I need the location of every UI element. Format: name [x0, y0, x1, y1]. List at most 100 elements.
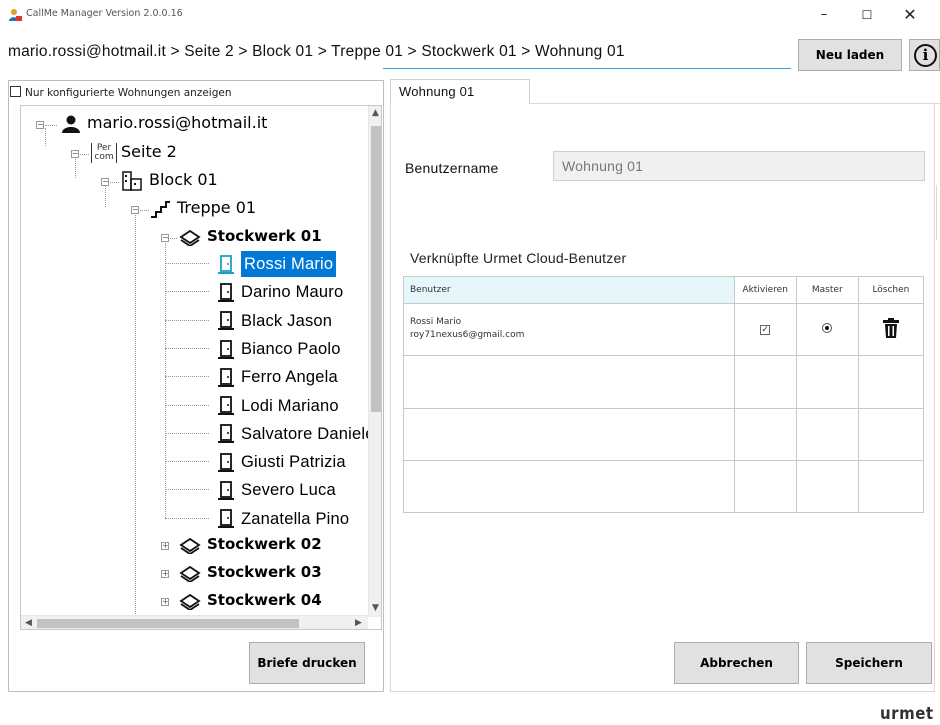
tree-node-user[interactable]: mario.rossi@hotmail.it: [61, 110, 267, 136]
linked-users-table: Benutzer Aktivieren Master Löschen Rossi…: [403, 275, 925, 514]
apartment-tree[interactable]: − − − − − mario.rossi@hotmail.it Per com…: [20, 105, 382, 630]
checkbox-icon[interactable]: [10, 86, 21, 97]
activate-checkbox[interactable]: ✓: [760, 324, 771, 335]
expand-toggle[interactable]: +: [161, 542, 169, 550]
title-bar: CallMe Manager Version 2.0.0.16 – ☐ ✕: [0, 0, 940, 30]
app-user-icon: [8, 7, 22, 21]
tree-connector: [165, 461, 209, 463]
tree-node-floor[interactable]: Stockwerk 03: [179, 559, 322, 585]
collapse-toggle[interactable]: −: [36, 121, 44, 129]
collapse-toggle[interactable]: −: [101, 178, 109, 186]
tree-node-apartment[interactable]: Ferro Angela: [217, 364, 338, 390]
breadcrumb-underline: [383, 68, 791, 69]
tree-node-block[interactable]: Block 01: [121, 167, 218, 193]
collapse-toggle[interactable]: −: [71, 150, 79, 158]
tree-connector: [165, 238, 166, 518]
floor-icon: [179, 537, 201, 554]
percom-icon: Per com: [91, 142, 117, 163]
scrollbar-thumb[interactable]: [371, 126, 381, 412]
master-radio[interactable]: [822, 323, 833, 334]
window-title: CallMe Manager Version 2.0.0.16: [26, 8, 183, 19]
tree-node-stair[interactable]: Treppe 01: [149, 195, 256, 221]
column-header-master[interactable]: Master: [795, 275, 859, 305]
collapse-toggle[interactable]: −: [161, 234, 169, 242]
tree-node-apartment[interactable]: Rossi Mario: [217, 251, 337, 277]
close-button[interactable]: ✕: [893, 4, 927, 26]
tree-node-apartment[interactable]: Giusti Patrizia: [217, 449, 346, 475]
scroll-up-icon[interactable]: ▲: [372, 108, 379, 118]
vertical-scrollbar[interactable]: ▲ ▼: [368, 106, 381, 617]
tree-connector: [165, 347, 209, 349]
tree-node-floor[interactable]: Stockwerk 04: [179, 587, 322, 613]
username-label: Benutzername: [405, 160, 499, 176]
user-name: Rossi Mario: [410, 317, 462, 328]
floor-icon: [179, 593, 201, 610]
tree-node-apartment[interactable]: Zanatella Pino: [217, 506, 349, 532]
print-letters-button[interactable]: Briefe drucken: [249, 642, 365, 684]
tree-connector: [165, 263, 209, 264]
scroll-down-icon[interactable]: ▼: [372, 603, 379, 613]
horizontal-scrollbar[interactable]: ◀ ▶: [21, 615, 368, 629]
tree-connector: [45, 128, 46, 146]
tree-node-page[interactable]: Per com Seite 2: [91, 139, 177, 165]
floor-icon: [179, 229, 201, 246]
door-icon: [218, 367, 234, 387]
tree-connector: [45, 125, 57, 126]
cancel-button[interactable]: Abbrechen: [674, 642, 799, 684]
tree-node-apartment[interactable]: Severo Luca: [217, 477, 336, 503]
door-icon: [218, 509, 234, 529]
column-header-user[interactable]: Benutzer: [403, 275, 735, 305]
divider: [936, 185, 937, 240]
tree-node-apartment[interactable]: Darino Mauro: [217, 279, 343, 305]
table-row: [403, 407, 925, 461]
door-icon: [218, 481, 234, 501]
table-row: [403, 459, 925, 514]
maximize-button[interactable]: ☐: [850, 4, 884, 26]
scroll-right-icon[interactable]: ▶: [355, 618, 362, 628]
door-icon: [218, 254, 234, 274]
username-field[interactable]: Wohnung 01: [553, 151, 925, 181]
tree-node-floor[interactable]: Stockwerk 02: [179, 531, 322, 557]
column-header-delete[interactable]: Löschen: [857, 275, 925, 305]
tree-connector: [165, 319, 209, 321]
trash-icon[interactable]: [882, 318, 899, 339]
tree-node-apartment[interactable]: Salvatore Daniele: [217, 421, 375, 447]
tree-connector: [135, 210, 136, 629]
door-icon: [218, 283, 234, 302]
table-row[interactable]: Rossi Mario roy71nexus6@gmail.com ✓: [403, 303, 925, 357]
master-cell: [795, 303, 859, 357]
user-cell: Rossi Mario roy71nexus6@gmail.com: [403, 303, 735, 357]
info-button[interactable]: i: [909, 39, 940, 71]
door-icon: [218, 339, 234, 359]
tree-connector: [165, 517, 209, 519]
minimize-button[interactable]: –: [807, 4, 841, 26]
tree-connector: [165, 489, 209, 491]
table-header: Benutzer Aktivieren Master Löschen: [403, 275, 925, 305]
door-icon: [218, 452, 234, 472]
tree-connector: [165, 291, 209, 293]
expand-toggle[interactable]: +: [161, 570, 169, 578]
scrollbar-thumb[interactable]: [37, 619, 299, 628]
expand-toggle[interactable]: +: [161, 598, 169, 606]
linked-users-title: Verknüpfte Urmet Cloud-Benutzer: [410, 250, 627, 266]
activate-cell: ✓: [733, 303, 797, 357]
reload-button[interactable]: Neu laden: [798, 39, 902, 71]
door-icon: [218, 396, 234, 416]
user-email: roy71nexus6@gmail.com: [410, 330, 525, 341]
collapse-toggle[interactable]: −: [131, 206, 139, 214]
tree-node-apartment[interactable]: Bianco Paolo: [217, 336, 341, 362]
table-row: [403, 355, 925, 409]
save-button[interactable]: Speichern: [806, 642, 932, 684]
tree-node-floor[interactable]: Stockwerk 01: [179, 223, 322, 249]
only-configured-checkbox[interactable]: Nur konfigurierte Wohnungen anzeigen: [10, 86, 232, 99]
tab-apartment[interactable]: Wohnung 01: [390, 79, 530, 104]
breadcrumb: mario.rossi@hotmail.it > Seite 2 > Block…: [8, 43, 625, 60]
tree-node-apartment[interactable]: Black Jason: [217, 308, 332, 334]
scroll-left-icon[interactable]: ◀: [25, 618, 32, 628]
user-icon: [62, 115, 80, 133]
column-header-activate[interactable]: Aktivieren: [733, 275, 797, 305]
tree-connector: [165, 404, 209, 406]
only-configured-label: Nur konfigurierte Wohnungen anzeigen: [25, 87, 232, 99]
tree-node-apartment[interactable]: Lodi Mariano: [217, 393, 339, 419]
building-icon: [122, 170, 142, 191]
